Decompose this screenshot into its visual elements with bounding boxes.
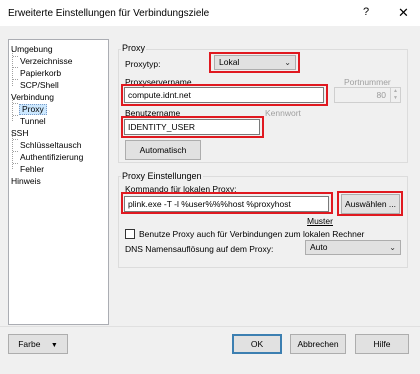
dns-value: Auto — [310, 242, 328, 252]
tree-item-proxy[interactable]: Proxy — [19, 104, 47, 115]
tree-item-schluesseltausch[interactable]: Schlüsseltausch — [20, 140, 81, 151]
tree-item-papierkorb[interactable]: Papierkorb — [20, 68, 61, 79]
proxy-group-title: Proxy — [121, 43, 147, 53]
local-proxy-checkbox[interactable] — [125, 229, 135, 239]
footer-separator — [0, 326, 420, 327]
chevron-down-icon: ⌄ — [389, 243, 396, 252]
settings-tree[interactable]: Umgebung Verzeichnisse Papierkorb SCP/Sh… — [8, 39, 109, 325]
highlight-proxy-type — [209, 52, 300, 73]
tree-item-hinweis[interactable]: Hinweis — [11, 176, 41, 187]
color-button[interactable]: Farbe ▼ — [8, 334, 68, 354]
highlight-proxy-server — [121, 84, 328, 106]
tree-connector — [13, 139, 18, 140]
tree-connector — [13, 151, 18, 152]
automatic-button[interactable]: Automatisch — [125, 140, 201, 160]
tree-item-authentifizierung[interactable]: Authentifizierung — [20, 152, 83, 163]
port-spinner[interactable]: ▲ ▼ — [390, 88, 400, 102]
tree-item-ssh[interactable]: SSH — [11, 128, 28, 139]
ok-button[interactable]: OK — [232, 334, 282, 354]
dns-label: DNS Namensauflösung auf dem Proxy: — [125, 244, 274, 254]
tree-item-verzeichnisse[interactable]: Verzeichnisse — [20, 56, 72, 67]
cancel-button[interactable]: Abbrechen — [290, 334, 346, 354]
title-bar: Erweiterte Einstellungen für Verbindungs… — [0, 0, 420, 26]
pattern-link[interactable]: Muster — [307, 216, 333, 226]
dropdown-arrow-icon: ▼ — [50, 342, 58, 349]
tree-item-umgebung[interactable]: Umgebung — [11, 44, 53, 55]
highlight-username — [121, 116, 264, 138]
dns-select[interactable]: Auto ⌄ — [305, 240, 401, 255]
port-number-label: Portnummer — [344, 77, 391, 87]
help-title-button[interactable]: ? — [363, 6, 369, 18]
highlight-command — [121, 192, 333, 214]
tree-connector — [13, 56, 18, 57]
window-title: Erweiterte Einstellungen für Verbindungs… — [8, 8, 210, 19]
close-window-button[interactable]: ✕ — [398, 5, 409, 21]
tree-connector — [13, 115, 18, 116]
help-button[interactable]: Hilfe — [355, 334, 409, 354]
tree-item-scp-shell[interactable]: SCP/Shell — [20, 80, 59, 91]
tree-connector — [13, 103, 18, 104]
spin-down-icon: ▼ — [393, 95, 398, 101]
tree-item-tunnel[interactable]: Tunnel — [20, 116, 46, 127]
tree-connector — [13, 67, 18, 68]
password-label: Kennwort — [265, 108, 301, 118]
proxy-type-label: Proxytyp: — [125, 59, 161, 69]
highlight-browse — [337, 191, 403, 216]
tree-connector — [13, 79, 18, 80]
proxy-settings-title: Proxy Einstellungen — [121, 171, 203, 181]
color-button-label: Farbe — [18, 339, 41, 349]
spin-up-icon: ▲ — [393, 88, 398, 94]
local-proxy-checkbox-label[interactable]: Benutze Proxy auch für Verbindungen zum … — [139, 229, 364, 239]
tree-item-verbindung[interactable]: Verbindung — [11, 92, 54, 103]
tree-item-fehler[interactable]: Fehler — [20, 164, 44, 175]
tree-connector — [13, 163, 18, 164]
